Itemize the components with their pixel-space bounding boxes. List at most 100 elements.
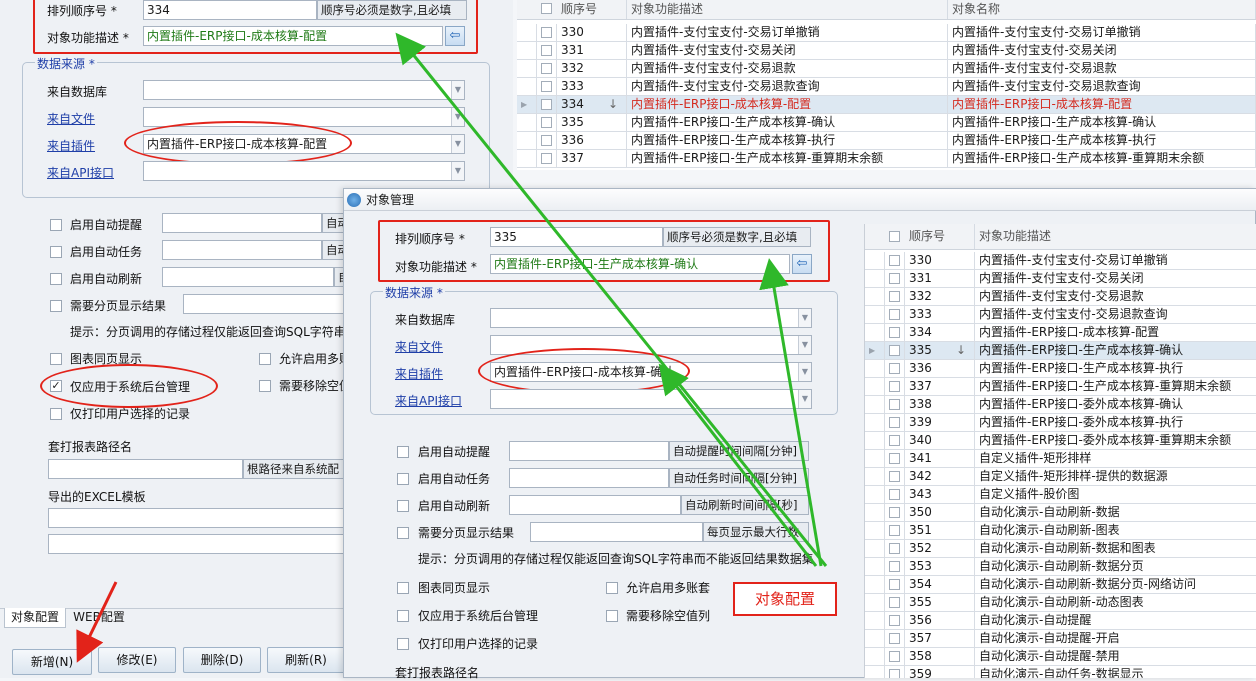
row-checkbox-cell[interactable]	[885, 378, 905, 396]
row-checkbox-cell[interactable]	[537, 132, 557, 150]
fg-from-api-select[interactable]: ▼	[490, 389, 812, 409]
bg-table-row[interactable]: 333 内置插件-支付宝支付-交易退款查询 内置插件-支付宝支付-交易退款查询	[517, 78, 1256, 96]
bg-auto-refresh-input[interactable]	[162, 267, 334, 287]
bg-grid-col-name[interactable]: 对象名称	[948, 0, 1256, 19]
row-checkbox-cell[interactable]	[885, 648, 905, 666]
bg-from-plugin-link[interactable]: 来自插件	[47, 137, 95, 154]
fg-auto-task-checkbox[interactable]	[397, 473, 409, 485]
row-checkbox[interactable]	[889, 381, 900, 392]
row-checkbox-cell[interactable]	[885, 360, 905, 378]
fg-table-row[interactable]: 343 自定义插件-股价图	[865, 486, 1256, 504]
row-checkbox[interactable]	[889, 633, 900, 644]
fg-table-row[interactable]: 334 内置插件-ERP接口-成本核算-配置	[865, 324, 1256, 342]
bg-from-api-select[interactable]: ▼	[143, 161, 465, 181]
fg-table-row[interactable]: 356 自动化演示-自动提醒	[865, 612, 1256, 630]
fg-grid-col-order[interactable]: 顺序号	[905, 224, 975, 249]
row-checkbox-cell[interactable]	[885, 486, 905, 504]
fg-auto-refresh-checkbox[interactable]	[397, 500, 409, 512]
bg-table-row[interactable]: 332 内置插件-支付宝支付-交易退款 内置插件-支付宝支付-交易退款	[517, 60, 1256, 78]
row-checkbox-cell[interactable]	[537, 42, 557, 60]
fg-table-row[interactable]: 357 自动化演示-自动提醒-开启	[865, 630, 1256, 648]
row-checkbox-cell[interactable]	[885, 558, 905, 576]
row-checkbox-cell[interactable]	[885, 612, 905, 630]
fg-auto-refresh-input[interactable]	[509, 495, 681, 515]
row-checkbox[interactable]	[889, 543, 900, 554]
row-checkbox[interactable]	[541, 153, 552, 164]
row-checkbox-cell[interactable]	[885, 342, 905, 360]
row-checkbox[interactable]	[889, 669, 900, 678]
bg-auto-task-input[interactable]	[162, 240, 322, 260]
fg-table-row[interactable]: 358 自动化演示-自动提醒-禁用	[865, 648, 1256, 666]
row-checkbox-cell[interactable]	[885, 450, 905, 468]
bg-remove-null-checkbox[interactable]	[259, 380, 271, 392]
row-checkbox-cell[interactable]	[885, 666, 905, 678]
bg-table-row[interactable]: 331 内置插件-支付宝支付-交易关闭 内置插件-支付宝支付-交易关闭	[517, 42, 1256, 60]
row-checkbox-cell[interactable]	[885, 630, 905, 648]
fg-table-row[interactable]: 333 内置插件-支付宝支付-交易退款查询	[865, 306, 1256, 324]
fg-table-row[interactable]: 338 内置插件-ERP接口-委外成本核算-确认	[865, 396, 1256, 414]
bg-grid-select-all-checkbox[interactable]	[541, 3, 552, 14]
row-checkbox-cell[interactable]	[537, 24, 557, 42]
row-checkbox[interactable]	[889, 399, 900, 410]
row-checkbox-cell[interactable]	[537, 60, 557, 78]
fg-print-selected-checkbox[interactable]	[397, 638, 409, 650]
tab-web-config[interactable]: WEB配置	[68, 608, 130, 628]
row-checkbox[interactable]	[541, 63, 552, 74]
bg-from-db-select[interactable]: ▼	[143, 80, 465, 100]
row-checkbox[interactable]	[541, 45, 552, 56]
fg-table-row[interactable]: 350 自动化演示-自动刷新-数据	[865, 504, 1256, 522]
fg-same-page-checkbox[interactable]	[397, 582, 409, 594]
fg-from-db-select[interactable]: ▼	[490, 308, 812, 328]
fg-from-file-link[interactable]: 来自文件	[395, 338, 443, 355]
row-checkbox[interactable]	[889, 255, 900, 266]
row-checkbox[interactable]	[541, 81, 552, 92]
row-checkbox[interactable]	[889, 327, 900, 338]
fg-table-row[interactable]: ▶ 335 ↓ 内置插件-ERP接口-生产成本核算-确认	[865, 342, 1256, 360]
bg-same-page-checkbox[interactable]	[50, 353, 62, 365]
bg-paging-input[interactable]	[183, 294, 353, 314]
add-button[interactable]: 新增(N)	[12, 649, 92, 675]
row-checkbox-cell[interactable]	[885, 414, 905, 432]
fg-table-row[interactable]: 336 内置插件-ERP接口-生产成本核算-执行	[865, 360, 1256, 378]
row-checkbox[interactable]	[889, 417, 900, 428]
fg-table-row[interactable]: 359 自动化演示-自动任务-数据显示	[865, 666, 1256, 678]
row-checkbox-cell[interactable]	[885, 396, 905, 414]
edit-button[interactable]: 修改(E)	[98, 647, 176, 673]
row-checkbox[interactable]	[541, 27, 552, 38]
fg-auto-remind-input[interactable]	[509, 441, 669, 461]
fg-table-row[interactable]: 352 自动化演示-自动刷新-数据和图表	[865, 540, 1256, 558]
fg-table-row[interactable]: 341 自定义插件-矩形排样	[865, 450, 1256, 468]
bg-from-api-link[interactable]: 来自API接口	[47, 164, 114, 181]
row-checkbox[interactable]	[541, 117, 552, 128]
row-checkbox[interactable]	[889, 579, 900, 590]
row-checkbox[interactable]	[889, 561, 900, 572]
fg-auto-task-input[interactable]	[509, 468, 669, 488]
bg-print-selected-checkbox[interactable]	[50, 408, 62, 420]
bg-table-row[interactable]: 330 内置插件-支付宝支付-交易订单撤销 内置插件-支付宝支付-交易订单撤销	[517, 24, 1256, 42]
row-checkbox-cell[interactable]	[885, 306, 905, 324]
bg-auto-task-checkbox[interactable]	[50, 246, 62, 258]
fg-backend-only-checkbox[interactable]	[397, 610, 409, 622]
fg-table-row[interactable]: 353 自动化演示-自动刷新-数据分页	[865, 558, 1256, 576]
bg-table-row[interactable]: ▶ 334 ↓ 内置插件-ERP接口-成本核算-配置 内置插件-ERP接口-成本核算-配…	[517, 96, 1256, 114]
bg-excel-input-1[interactable]	[48, 508, 353, 528]
fg-table-row[interactable]: 339 内置插件-ERP接口-委外成本核算-执行	[865, 414, 1256, 432]
row-checkbox-cell[interactable]	[885, 594, 905, 612]
bg-table-row[interactable]: 335 内置插件-ERP接口-生产成本核算-确认 内置插件-ERP接口-生产成本核算…	[517, 114, 1256, 132]
row-checkbox[interactable]	[889, 615, 900, 626]
row-checkbox-cell[interactable]	[885, 522, 905, 540]
bg-table-row[interactable]: 337 内置插件-ERP接口-生产成本核算-重算期末余额 内置插件-ERP接口-生产…	[517, 150, 1256, 168]
fg-from-api-link[interactable]: 来自API接口	[395, 392, 462, 409]
fg-paging-input[interactable]	[530, 522, 703, 542]
fg-table-row[interactable]: 342 自定义插件-矩形排样-提供的数据源	[865, 468, 1256, 486]
row-checkbox-cell[interactable]	[885, 324, 905, 342]
row-checkbox[interactable]	[889, 597, 900, 608]
fg-table-row[interactable]: 355 自动化演示-自动刷新-动态图表	[865, 594, 1256, 612]
row-checkbox-cell[interactable]	[885, 432, 905, 450]
row-checkbox[interactable]	[889, 453, 900, 464]
fg-auto-remind-checkbox[interactable]	[397, 446, 409, 458]
row-checkbox-cell[interactable]	[885, 270, 905, 288]
fg-grid-select-all-checkbox[interactable]	[889, 231, 900, 242]
row-checkbox[interactable]	[889, 471, 900, 482]
bg-auto-refresh-checkbox[interactable]	[50, 273, 62, 285]
